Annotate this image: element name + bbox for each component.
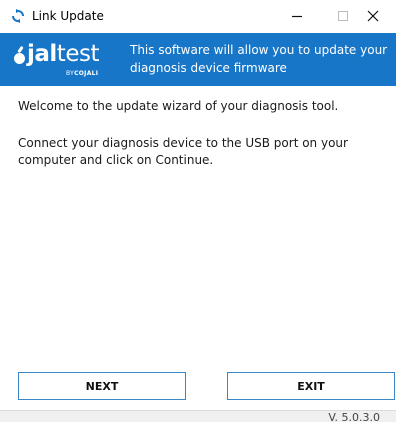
refresh-arrows-icon — [12, 9, 24, 23]
status-footer: V. 5.0.3.0 — [0, 410, 396, 422]
instruction-text: Connect your diagnosis device to the USB… — [18, 136, 348, 167]
minimize-button[interactable] — [274, 0, 320, 32]
version-label: V. 5.0.3.0 — [328, 411, 380, 422]
next-button[interactable]: NEXT — [18, 372, 186, 400]
link-update-window: Link Update jal test BYCOJALI This softw… — [0, 0, 396, 422]
minimize-icon — [292, 15, 302, 18]
window-title: Link Update — [32, 9, 104, 23]
welcome-text: Welcome to the update wizard of your dia… — [18, 99, 339, 113]
banner-message: This software will allow you to update y… — [130, 43, 388, 75]
logo-dot-icon — [14, 52, 25, 64]
jaltest-logo: jal test BYCOJALI — [14, 39, 118, 79]
logo-brand-regular: test — [56, 41, 100, 67]
logo-brand-bold: jal — [27, 41, 57, 67]
maximize-icon — [338, 11, 348, 21]
title-bar[interactable]: Link Update — [0, 0, 396, 32]
close-button[interactable] — [350, 0, 396, 32]
header-banner: jal test BYCOJALI This software will allo… — [0, 33, 396, 86]
logo-byline: BYCOJALI — [66, 70, 98, 78]
wizard-content: Welcome to the update wizard of your dia… — [18, 98, 386, 169]
exit-button[interactable]: EXIT — [227, 372, 395, 400]
logo-byline-brand: COJALI — [74, 70, 99, 77]
close-icon — [367, 10, 379, 22]
logo-byline-prefix: BY — [66, 70, 75, 77]
